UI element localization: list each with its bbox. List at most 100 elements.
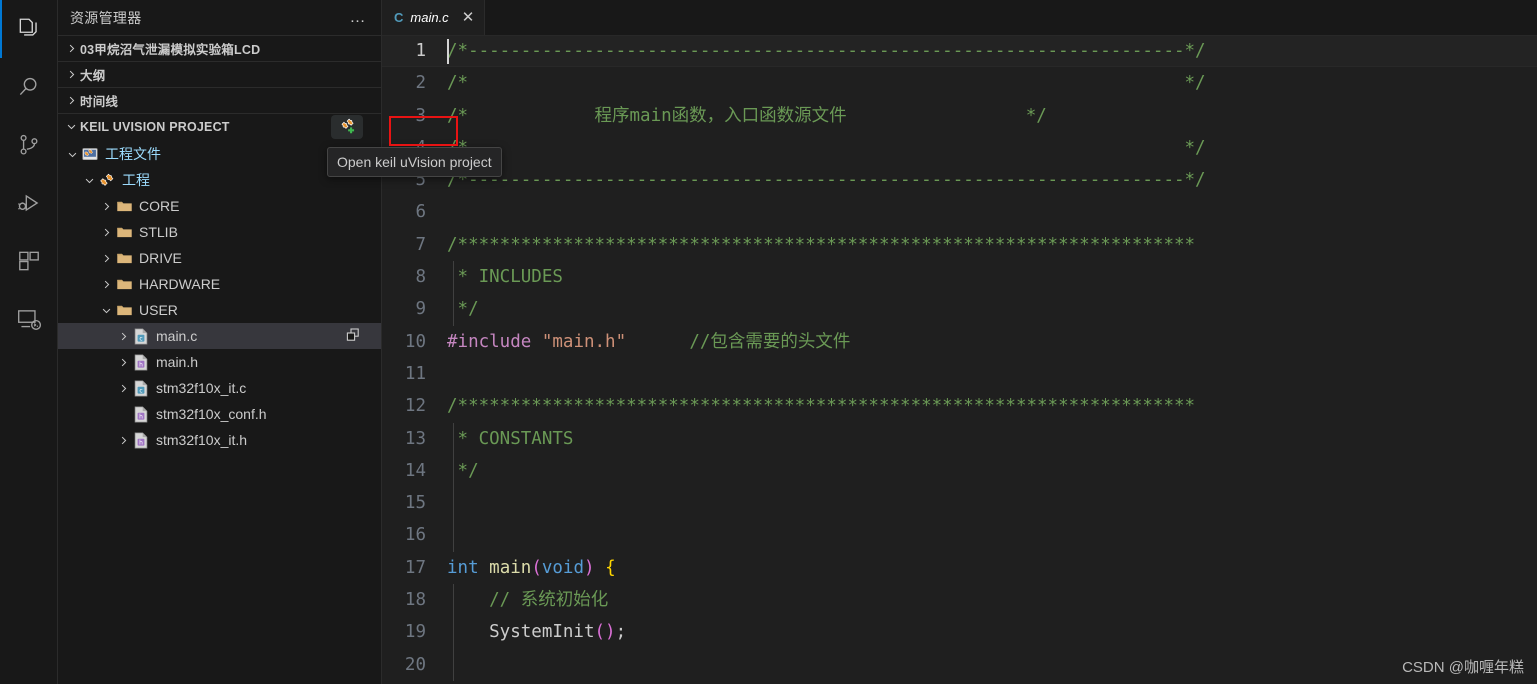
sidebar-section-workspace-folder[interactable]: 03甲烷沼气泄漏模拟实验箱LCD bbox=[58, 35, 381, 61]
code-line-text: * INCLUDES bbox=[447, 261, 563, 294]
keil-button-tooltip: Open keil uVision project bbox=[327, 147, 502, 177]
editor-tabs-empty-space bbox=[485, 0, 1537, 35]
tree-item-label: stm32f10x_it.h bbox=[156, 432, 248, 448]
tree-folder-item[interactable]: HARDWARE bbox=[58, 271, 381, 297]
chevron-down-icon bbox=[62, 121, 80, 132]
code-line-text: */ bbox=[447, 454, 479, 488]
indent-guide bbox=[453, 293, 454, 326]
indent-guide bbox=[453, 648, 454, 681]
code-line[interactable]: 10 #include "main.h" //包含需要的头文件 bbox=[382, 326, 1537, 358]
code-line[interactable]: 16 bbox=[382, 519, 1537, 552]
activity-item-extensions[interactable] bbox=[0, 232, 58, 290]
search-icon bbox=[16, 74, 42, 100]
activity-item-run-and-debug[interactable] bbox=[0, 174, 58, 232]
sidebar-section-outline[interactable]: 大纲 bbox=[58, 61, 381, 87]
chevron-right-icon[interactable] bbox=[98, 245, 114, 271]
code-line[interactable]: 20 bbox=[382, 648, 1537, 681]
indent-guide bbox=[453, 422, 454, 455]
tree-item-label: DRIVE bbox=[139, 250, 182, 266]
chevron-right-icon[interactable] bbox=[98, 271, 114, 297]
text-cursor bbox=[447, 39, 449, 64]
activity-item-source-control[interactable] bbox=[0, 116, 58, 174]
chevron-right-icon[interactable] bbox=[98, 219, 114, 245]
code-line[interactable]: 9 */ bbox=[382, 293, 1537, 326]
tree-file-item[interactable]: h main.h bbox=[58, 349, 381, 375]
line-number: 16 bbox=[404, 525, 426, 546]
tab-main-c[interactable]: C main.c ✕ bbox=[382, 0, 486, 35]
line-number: 19 bbox=[404, 622, 426, 643]
chevron-right-icon[interactable] bbox=[98, 193, 114, 219]
line-number: 10 bbox=[404, 331, 426, 352]
chevron-right-icon bbox=[62, 43, 80, 54]
vscode-window: 资源管理器 … 03甲烷沼气泄漏模拟实验箱LCD 大纲 时间线 KEIL UVI… bbox=[0, 0, 1537, 684]
code-line[interactable]: 5/*-------------------------------------… bbox=[382, 164, 1537, 196]
line-number: 18 bbox=[404, 590, 426, 611]
tree-folder-item[interactable]: CORE bbox=[58, 193, 381, 219]
open-keil-uvision-project-button[interactable] bbox=[331, 115, 363, 139]
chevron-down-icon[interactable] bbox=[98, 297, 114, 323]
tree-file-item[interactable]: h stm32f10x_it.h bbox=[58, 427, 381, 453]
folder-icon bbox=[114, 302, 134, 319]
close-icon[interactable]: ✕ bbox=[462, 10, 475, 25]
chevron-right-icon[interactable] bbox=[115, 375, 131, 401]
code-line[interactable]: 6 bbox=[382, 196, 1537, 228]
code-line[interactable]: 2 /* */ bbox=[382, 67, 1537, 99]
code-line-text: * CONSTANTS bbox=[447, 422, 573, 455]
open-file-icon[interactable] bbox=[345, 327, 361, 346]
chevron-right-icon[interactable] bbox=[115, 323, 131, 349]
code-line[interactable]: 7 /**************************************… bbox=[382, 229, 1537, 261]
code-line[interactable]: 17 int main(void) { bbox=[382, 552, 1537, 584]
code-editor[interactable]: 1 /*-------------------------------------… bbox=[382, 35, 1537, 684]
line-number: 20 bbox=[404, 654, 426, 675]
tree-folder-item[interactable]: USER bbox=[58, 297, 381, 323]
tree-file-item[interactable]: c main.c bbox=[58, 323, 381, 349]
code-line[interactable]: 3 /* 程序main函数，入口函数源文件 */ bbox=[382, 100, 1537, 132]
h-file-icon: h bbox=[131, 354, 151, 371]
tree-folder-item[interactable]: DRIVE bbox=[58, 245, 381, 271]
code-line[interactable]: 13 * CONSTANTS bbox=[382, 422, 1537, 455]
folder-icon bbox=[114, 250, 134, 267]
code-line[interactable]: 19 SystemInit(); bbox=[382, 616, 1537, 649]
code-line-text: #include "main.h" //包含需要的头文件 bbox=[447, 331, 851, 352]
sidebar-section-label: KEIL UVISION PROJECT bbox=[80, 119, 230, 134]
line-number: 3 bbox=[415, 105, 426, 126]
indent-guide bbox=[453, 519, 454, 552]
code-line[interactable]: 11 bbox=[382, 358, 1537, 390]
code-line[interactable]: 15 bbox=[382, 487, 1537, 520]
c-language-icon: C bbox=[394, 10, 404, 25]
chevron-right-icon[interactable] bbox=[115, 427, 131, 453]
svg-text:h: h bbox=[139, 361, 143, 368]
tree-item-label: HARDWARE bbox=[139, 276, 221, 292]
folder-icon bbox=[114, 198, 134, 215]
code-line[interactable]: 14 */ bbox=[382, 454, 1537, 488]
sidebar-section-keil-uvision-project[interactable]: KEIL UVISION PROJECT bbox=[58, 113, 381, 139]
tree-folder-item[interactable]: STLIB bbox=[58, 219, 381, 245]
line-number: 15 bbox=[404, 493, 426, 514]
code-line[interactable]: 4/* */ bbox=[382, 132, 1537, 164]
line-number: 6 bbox=[415, 202, 426, 223]
code-line[interactable]: 18 // 系统初始化 bbox=[382, 584, 1537, 617]
chevron-right-icon[interactable] bbox=[115, 349, 131, 375]
chevron-down-icon[interactable] bbox=[64, 141, 80, 167]
activity-item-remote-explorer[interactable] bbox=[0, 290, 58, 348]
chevron-down-icon[interactable] bbox=[81, 167, 97, 193]
code-line[interactable]: 12 /*************************************… bbox=[382, 390, 1537, 422]
indent-guide bbox=[453, 454, 454, 488]
sidebar-section-timeline[interactable]: 时间线 bbox=[58, 87, 381, 113]
activity-item-search[interactable] bbox=[0, 58, 58, 116]
tree-file-item[interactable]: c stm32f10x_it.c bbox=[58, 375, 381, 401]
activity-item-explorer[interactable] bbox=[0, 0, 58, 58]
code-line[interactable]: 1 /*-------------------------------------… bbox=[382, 35, 1537, 68]
tree-file-item[interactable]: h stm32f10x_conf.h bbox=[58, 401, 381, 427]
line-number: 1 bbox=[415, 41, 426, 61]
activity-bar bbox=[0, 0, 58, 684]
sidebar-explorer: 资源管理器 … 03甲烷沼气泄漏模拟实验箱LCD 大纲 时间线 KEIL UVI… bbox=[58, 0, 502, 684]
folder-icon bbox=[114, 276, 134, 293]
tree-item-label: 工程 bbox=[122, 172, 150, 188]
chevron-right-icon bbox=[62, 95, 80, 106]
sidebar-more-actions-icon[interactable]: … bbox=[344, 9, 374, 27]
code-line[interactable]: 8 * INCLUDES bbox=[382, 261, 1537, 294]
page-title: 资源管理器 bbox=[70, 9, 142, 26]
tab-label: main.c bbox=[410, 10, 449, 25]
indent-guide bbox=[453, 487, 454, 520]
